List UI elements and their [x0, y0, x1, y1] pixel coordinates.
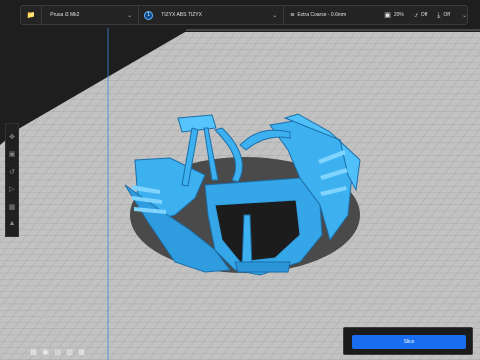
mirror-icon[interactable]: ▷ — [9, 185, 14, 193]
view-orientation-bar: ▩ ▣ ▨ ▧ ▦ — [29, 347, 86, 356]
chevron-up-icon: ⌃ — [28, 315, 31, 320]
slice-button[interactable]: Slice — [352, 335, 466, 349]
object-name: ROBKIL1_Base — [33, 322, 59, 327]
profile-name: Extra Coarse - 0.6mm — [297, 12, 347, 18]
support-blocker-icon[interactable]: ▲ — [9, 220, 16, 227]
top-view-icon[interactable]: ▨ — [53, 347, 62, 356]
adhesion-icon: ⤓ — [437, 11, 441, 19]
extruder-badge: 1 — [144, 10, 154, 20]
object-list-label: Object list — [33, 315, 50, 320]
edit-icon[interactable]: ✎ — [28, 322, 31, 327]
chevron-down-icon: ⌄ — [272, 12, 278, 19]
support-icon: ⍻ — [413, 11, 418, 19]
adhesion-value: Off — [443, 12, 450, 18]
rotate-icon[interactable]: ↺ — [9, 168, 15, 176]
sliders-icon: ≡ — [290, 11, 295, 19]
object-info: ⌃ Object list ✎ ROBKIL1_Base 17.2 x 15.4… — [28, 314, 63, 335]
material-selector[interactable]: 1 TIZYX ABS TIZYX ⌄ — [139, 6, 285, 24]
3d-viewport[interactable] — [0, 0, 480, 360]
3d-view-icon[interactable]: ▩ — [29, 347, 38, 356]
move-icon[interactable]: ✥ — [9, 133, 15, 141]
slice-panel: Slice — [343, 327, 473, 355]
per-model-settings-icon[interactable]: ▦ — [9, 203, 16, 211]
chevron-down-icon: ⌄ — [461, 12, 468, 19]
material-name: TIZYX ABS TIZYX — [161, 12, 202, 18]
open-file-button[interactable]: 📁 — [21, 6, 43, 24]
printer-selector[interactable]: Prusa i3 Mk2 ⌄ — [42, 6, 140, 24]
right-view-icon[interactable]: ▦ — [77, 347, 86, 356]
object-dimensions: 17.2 x 15.4 x 14.6 mm — [28, 329, 63, 334]
left-view-icon[interactable]: ▧ — [65, 347, 74, 356]
printer-name: Prusa i3 Mk2 — [50, 12, 80, 18]
support-value: Off — [420, 12, 428, 18]
print-settings-selector[interactable]: ≡ Extra Coarse - 0.6mm ▣ 20% ⍻ Off ⤓ Off… — [284, 6, 467, 24]
front-view-icon[interactable]: ▣ — [41, 347, 50, 356]
infill-value: 20% — [393, 12, 404, 18]
tool-sidebar: ✥ ▣ ↺ ▷ ▦ ▲ — [5, 123, 19, 237]
chevron-down-icon: ⌄ — [127, 12, 133, 19]
folder-icon: 📁 — [26, 11, 36, 19]
scale-icon[interactable]: ▣ — [9, 150, 16, 158]
top-toolbar: 📁 Prusa i3 Mk2 ⌄ 1 TIZYX ABS TIZYX ⌄ ≡ E… — [20, 5, 468, 25]
infill-icon: ▣ — [384, 11, 391, 19]
object-list-toggle[interactable]: ⌃ Object list — [28, 314, 63, 321]
